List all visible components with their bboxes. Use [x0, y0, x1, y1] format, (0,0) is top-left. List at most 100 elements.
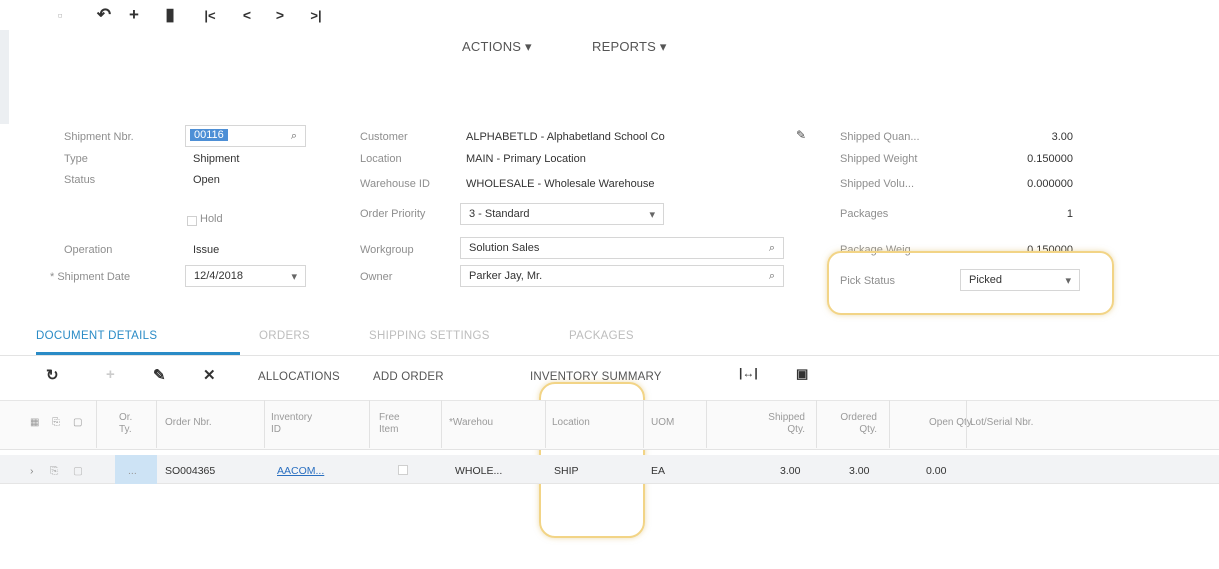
operation-value: Issue [193, 244, 220, 256]
pick-status-highlight [827, 251, 1114, 315]
add-icon[interactable]: + [124, 0, 144, 30]
allocations-button[interactable]: ALLOCATIONS [258, 371, 340, 383]
shipped-volume-label: Shipped Volu... [840, 178, 915, 190]
col-separator [441, 400, 442, 448]
delete-row-icon[interactable]: ✕ [203, 366, 216, 384]
shipped-qty-label: Shipped Quan... [840, 131, 920, 143]
notes-icon: ▢ [73, 465, 83, 477]
col-shipped-qty[interactable]: Shipped Qty. [765, 412, 805, 436]
type-label: Type [64, 153, 88, 165]
search-icon[interactable]: ⌕ [291, 130, 297, 143]
location-label: Location [360, 153, 402, 165]
order-priority-label: Order Priority [360, 208, 426, 220]
tab-divider [0, 355, 1219, 356]
col-or-ty[interactable]: Or. Ty. [119, 412, 132, 436]
shipment-date-value: 12/4/2018 [194, 270, 243, 282]
save-icon[interactable]: ▫ [50, 0, 70, 30]
workgroup-label: Workgroup [360, 244, 414, 256]
shipment-date-field[interactable]: 12/4/2018 ▾ [185, 265, 306, 287]
hold-label: Hold [200, 213, 223, 225]
prev-icon[interactable]: < [237, 0, 257, 30]
shipment-nbr-label: Shipment Nbr. [64, 131, 134, 143]
top-strip [0, 0, 1219, 22]
col-separator [264, 400, 265, 448]
owner-field[interactable]: Parker Jay, Mr. ⌕ [460, 265, 784, 287]
order-priority-value: 3 - Standard [469, 208, 530, 220]
customer-label: Customer [360, 131, 408, 143]
cell-ordered-qty[interactable]: 3.00 [849, 465, 869, 477]
notes-icon: ▢ [73, 417, 83, 428]
col-separator [96, 400, 97, 448]
refresh-icon[interactable]: ↻ [46, 366, 59, 384]
col-lot-serial-nbr[interactable]: Lot/Serial Nbr. [970, 417, 1033, 429]
delete-icon[interactable]: ▮ [160, 0, 180, 30]
location-value: MAIN - Primary Location [466, 153, 586, 165]
owner-value: Parker Jay, Mr. [469, 270, 543, 282]
shipped-qty-value: 3.00 [1051, 131, 1073, 143]
attachment-icon: ⎘ [52, 417, 60, 428]
next-icon[interactable]: > [270, 0, 290, 30]
col-separator [369, 400, 370, 448]
cell-warehouse[interactable]: WHOLE... [455, 465, 502, 477]
col-separator [545, 400, 546, 448]
col-warehouse[interactable]: *Warehou [449, 417, 493, 429]
shipment-nbr-value: 00116 [190, 129, 228, 141]
status-value: Open [193, 174, 220, 186]
col-inventory-id[interactable]: Inventory ID [271, 412, 312, 436]
warehouse-value: WHOLESALE - Wholesale Warehouse [466, 178, 655, 190]
cell-or-ty[interactable]: ... [128, 465, 137, 477]
cell-shipped-qty[interactable]: 3.00 [780, 465, 800, 477]
workgroup-value: Solution Sales [469, 242, 540, 254]
col-open-qty[interactable]: Open Qty. [929, 417, 974, 429]
fit-columns-icon[interactable]: |↔| [739, 366, 758, 380]
cell-inventory-id-link[interactable]: AACOM... [277, 465, 324, 477]
search-icon[interactable]: ⌕ [769, 270, 775, 283]
cell-uom[interactable]: EA [651, 465, 665, 477]
inventory-summary-button[interactable]: INVENTORY SUMMARY [530, 371, 662, 383]
col-order-nbr[interactable]: Order Nbr. [165, 417, 212, 429]
row-expander-icon[interactable]: › [30, 465, 34, 477]
dropdown-arrow-icon[interactable]: ▾ [649, 208, 655, 221]
col-ordered-qty[interactable]: Ordered Qty. [835, 412, 877, 436]
shipped-weight-value: 0.150000 [1027, 153, 1073, 165]
cell-location[interactable]: SHIP [554, 465, 579, 477]
excel-export-icon[interactable]: ▣ [796, 366, 808, 382]
packages-value: 1 [1066, 208, 1073, 220]
tab-orders[interactable]: ORDERS [259, 330, 310, 342]
dropdown-arrow-icon[interactable]: ▾ [291, 270, 297, 283]
owner-label: Owner [360, 271, 393, 283]
tab-document-details[interactable]: DOCUMENT DETAILS [36, 330, 157, 342]
shipment-nbr-field[interactable]: 00116 ⌕ [185, 125, 306, 147]
left-nav-edge [0, 30, 9, 124]
shipped-volume-value: 0.000000 [1027, 178, 1073, 190]
edit-row-icon[interactable]: ✎ [153, 366, 166, 384]
edit-pencil-icon[interactable]: ✎ [796, 128, 806, 142]
add-row-icon[interactable]: + [106, 366, 115, 383]
customer-value: ALPHABETLD - Alphabetland School Co [466, 131, 665, 143]
order-priority-select[interactable]: 3 - Standard ▾ [460, 203, 664, 225]
shipment-date-label: * Shipment Date [50, 271, 131, 283]
free-item-checkbox[interactable] [398, 465, 408, 475]
type-value: Shipment [193, 153, 240, 165]
add-order-button[interactable]: ADD ORDER [373, 371, 444, 383]
last-icon[interactable]: >| [305, 0, 327, 30]
first-icon[interactable]: |< [200, 0, 220, 30]
workgroup-field[interactable]: Solution Sales ⌕ [460, 237, 784, 259]
search-icon[interactable]: ⌕ [769, 242, 775, 255]
tab-packages[interactable]: PACKAGES [569, 330, 634, 342]
cell-open-qty[interactable]: 0.00 [926, 465, 946, 477]
tab-shipping-settings[interactable]: SHIPPING SETTINGS [369, 330, 490, 342]
col-uom[interactable]: UOM [651, 417, 674, 429]
col-separator [816, 400, 817, 448]
undo-icon[interactable]: ↶ [94, 0, 114, 30]
row-settings-icon[interactable]: ▦ [30, 417, 39, 429]
col-location[interactable]: Location [552, 417, 590, 429]
operation-label: Operation [64, 244, 113, 256]
hold-checkbox[interactable] [187, 216, 197, 226]
attachment-icon: ⎘ [50, 465, 59, 477]
col-free-item[interactable]: Free Item [379, 412, 400, 436]
actions-menu[interactable]: ACTIONS ▾ [462, 39, 532, 55]
reports-menu[interactable]: REPORTS ▾ [592, 39, 667, 55]
col-separator [966, 400, 967, 448]
cell-order-nbr[interactable]: SO004365 [165, 465, 215, 477]
